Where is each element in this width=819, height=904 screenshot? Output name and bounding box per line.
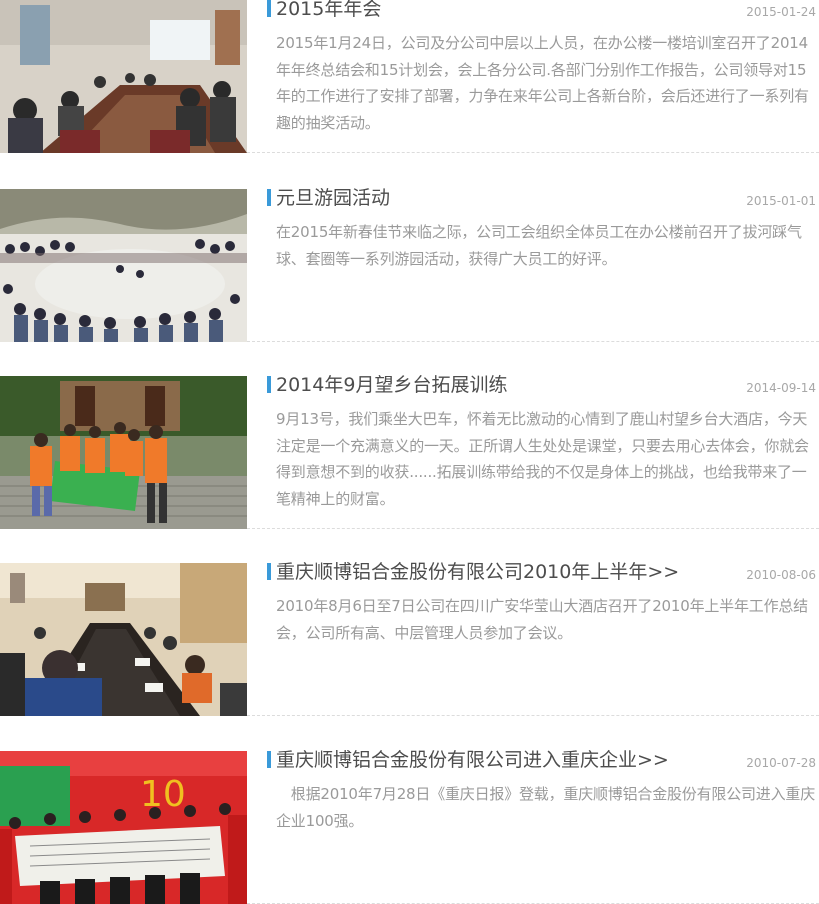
title-accent-bar (267, 751, 271, 768)
news-item: 元旦游园活动 2015-01-01 在2015年新春佳节来临之际，公司工会组织全… (0, 187, 819, 342)
news-thumbnail[interactable] (0, 189, 247, 342)
news-summary: 根据2010年7月28日《重庆日报》登载，重庆顺博铝合金股份有限公司进入重庆企业… (276, 785, 816, 830)
team-flag-photo (0, 376, 247, 529)
meeting-room-photo (0, 0, 247, 153)
conference-table-photo (0, 563, 247, 716)
news-summary: 在2015年新春佳节来临之际，公司工会组织全体员工在办公楼前召开了拔河踩气球、套… (276, 223, 802, 268)
news-date: 2015-01-24 (746, 5, 816, 19)
news-summary: 2010年8月6日至7日公司在四川广安华莹山大酒店召开了2010年上半年工作总结… (276, 597, 808, 642)
crowd-outdoor-photo (0, 189, 247, 342)
news-summary: 9月13号，我们乘坐大巴车，怀着无比激动的心情到了鹿山村望乡台大酒店，今天注定是… (276, 410, 809, 508)
news-thumbnail[interactable] (0, 376, 247, 529)
divider (247, 715, 819, 716)
news-date: 2015-01-01 (746, 194, 816, 208)
banner-ceremony-photo: 10 (0, 751, 247, 904)
news-date: 2014-09-14 (746, 381, 816, 395)
news-thumbnail[interactable] (0, 563, 247, 716)
news-title[interactable]: 元旦游园活动 (276, 181, 746, 215)
news-thumbnail[interactable] (0, 0, 247, 153)
title-accent-bar (267, 563, 271, 580)
news-title[interactable]: 重庆顺博铝合金股份有限公司进入重庆企业>> (276, 743, 746, 777)
title-accent-bar (267, 376, 271, 393)
divider (247, 341, 819, 342)
news-summary: 2015年1月24日，公司及分公司中层以上人员，在办公楼一楼培训室召开了2014… (276, 34, 809, 132)
news-item: 重庆顺博铝合金股份有限公司2010年上半年>> 2010-08-06 2010年… (0, 561, 819, 716)
news-title[interactable]: 2015年年会 (276, 0, 746, 26)
divider (247, 152, 819, 153)
title-accent-bar (267, 0, 271, 17)
news-thumbnail[interactable]: 10 (0, 751, 247, 904)
svg-text:10: 10 (140, 774, 186, 815)
news-item: 2014年9月望乡台拓展训练 2014-09-14 9月13号，我们乘坐大巴车，… (0, 374, 819, 529)
news-list: 2015年年会 2015-01-24 2015年1月24日，公司及分公司中层以上… (0, 0, 819, 904)
news-item: 2015年年会 2015-01-24 2015年1月24日，公司及分公司中层以上… (0, 0, 819, 153)
news-item: 10 重庆顺博铝合金股份有限公司进入重庆企业>> 2010-07-28 根据20… (0, 749, 819, 904)
news-title[interactable]: 重庆顺博铝合金股份有限公司2010年上半年>> (276, 555, 746, 589)
news-date: 2010-08-06 (746, 568, 816, 582)
divider (247, 528, 819, 529)
news-date: 2010-07-28 (746, 756, 816, 770)
title-accent-bar (267, 189, 271, 206)
news-title[interactable]: 2014年9月望乡台拓展训练 (276, 368, 746, 402)
